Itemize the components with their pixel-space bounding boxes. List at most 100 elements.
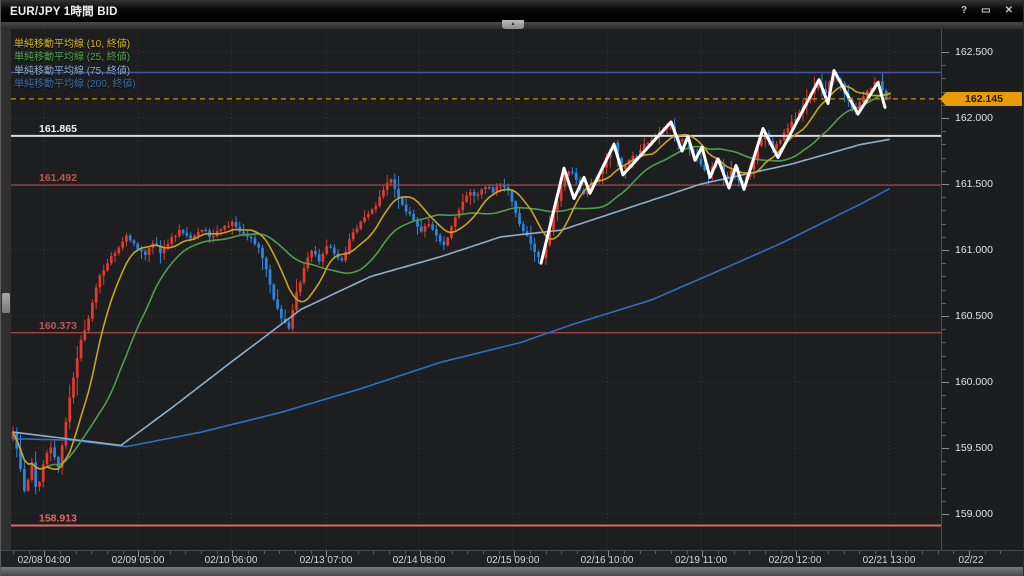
y-axis-tick	[942, 356, 946, 357]
x-axis-tick	[593, 551, 594, 554]
x-axis-label: 02/22	[958, 555, 983, 566]
x-axis-tick	[906, 551, 907, 554]
x-axis-label: 02/20 12:00	[769, 555, 822, 566]
x-axis-tick	[60, 551, 61, 554]
y-axis-tick	[942, 290, 946, 291]
x-axis-tick	[718, 551, 719, 554]
legend-item: 単純移動平均線 (10, 終値)	[14, 38, 136, 51]
x-axis-tick	[232, 551, 233, 557]
help-button[interactable]: ?	[961, 0, 967, 22]
y-axis-tick	[942, 224, 946, 225]
title-bar[interactable]: EUR/JPY 1時間 BID ? ▭ ✕	[1, 0, 1024, 22]
x-axis-tick	[311, 551, 312, 554]
x-axis-tick	[405, 551, 406, 554]
chart-plot[interactable]: 161.865161.492160.373158.913 単純移動平均線 (10…	[11, 29, 941, 550]
x-axis-label: 02/10 06:00	[205, 555, 258, 566]
y-axis-tick	[942, 52, 949, 53]
y-axis-tick	[942, 514, 949, 515]
y-axis-tick	[942, 501, 946, 502]
y-axis-label: 160.000	[955, 376, 993, 388]
y-axis-tick	[942, 329, 946, 330]
y-axis-tick	[942, 474, 946, 475]
price-line-label: 161.492	[39, 172, 77, 184]
y-axis-tick	[942, 237, 946, 238]
x-axis-tick	[44, 551, 45, 557]
time-axis[interactable]: 02/08 04:0002/09 05:0002/10 06:0002/13 0…	[1, 550, 1024, 567]
window-title: EUR/JPY 1時間 BID	[1, 3, 118, 19]
price-axis[interactable]: 162.500162.000161.500161.000160.500160.0…	[941, 29, 1024, 550]
x-axis-tick	[483, 551, 484, 554]
price-line-label: 160.373	[39, 320, 77, 332]
indicator-legend: 単純移動平均線 (10, 終値)単純移動平均線 (25, 終値)単純移動平均線 …	[14, 38, 136, 92]
x-axis-tick	[734, 551, 735, 554]
x-axis-tick	[358, 551, 359, 554]
maximize-button[interactable]: ▭	[981, 0, 990, 22]
x-axis-tick	[248, 551, 249, 554]
x-axis-tick	[687, 551, 688, 554]
y-axis-label: 160.500	[955, 310, 993, 322]
x-axis-label: 02/16 10:00	[581, 555, 634, 566]
x-axis-label: 02/19 11:00	[675, 555, 727, 566]
collapse-panel-button[interactable]: ▴	[502, 20, 524, 29]
y-axis-tick	[942, 210, 946, 211]
x-axis-tick	[326, 551, 327, 557]
y-axis-tick	[942, 131, 946, 132]
close-button[interactable]: ✕	[1005, 0, 1013, 22]
x-axis-tick	[875, 551, 876, 554]
x-axis-tick	[655, 551, 656, 554]
grid-layer	[11, 29, 941, 550]
x-axis-tick	[154, 551, 155, 554]
x-axis-tick	[436, 551, 437, 554]
x-axis-tick	[170, 551, 171, 554]
x-axis-tick	[530, 551, 531, 554]
x-axis-tick	[279, 551, 280, 554]
left-gutter	[1, 29, 11, 550]
x-axis-tick	[201, 551, 202, 554]
y-axis-tick	[942, 118, 949, 119]
chart-window: EUR/JPY 1時間 BID ? ▭ ✕ ▴ 161.865161.49216…	[0, 0, 1024, 576]
x-axis-tick	[295, 551, 296, 554]
x-axis-tick	[624, 551, 625, 554]
y-axis-label: 161.000	[955, 244, 993, 256]
x-axis-tick	[938, 551, 939, 554]
y-axis-label: 159.000	[955, 508, 993, 520]
x-axis-tick	[373, 551, 374, 554]
y-axis-tick	[942, 171, 946, 172]
x-axis-tick	[812, 551, 813, 554]
bottom-resize-bar[interactable]	[1, 567, 1024, 576]
x-axis-tick	[796, 551, 797, 557]
y-axis-tick	[942, 395, 946, 396]
price-line-label: 158.913	[39, 512, 77, 524]
y-axis-tick	[942, 369, 946, 370]
y-axis-tick	[942, 250, 949, 251]
x-axis-tick	[1000, 551, 1001, 554]
y-axis-label: 161.500	[955, 178, 993, 190]
y-axis-tick	[942, 276, 946, 277]
x-axis-tick	[561, 551, 562, 554]
x-axis-tick	[91, 551, 92, 554]
legend-item: 単純移動平均線 (75, 終値)	[14, 65, 136, 78]
x-axis-tick	[671, 551, 672, 554]
y-axis-tick	[942, 488, 946, 489]
x-axis-tick	[844, 551, 845, 554]
window-controls: ? ▭ ✕	[961, 0, 1024, 22]
x-axis-tick	[828, 551, 829, 554]
x-axis-label: 02/14 08:00	[393, 555, 446, 566]
y-axis-tick	[942, 197, 946, 198]
x-axis-tick	[107, 551, 108, 554]
y-axis-tick	[942, 78, 946, 79]
x-axis-tick	[13, 551, 14, 554]
x-axis-tick	[781, 551, 782, 554]
y-axis-tick	[942, 184, 949, 185]
y-axis-tick	[942, 461, 946, 462]
y-axis-tick	[942, 408, 946, 409]
sidebar-expand-handle[interactable]	[2, 293, 10, 313]
x-axis-tick	[342, 551, 343, 554]
x-axis-tick	[420, 551, 421, 557]
y-axis-tick	[942, 316, 949, 317]
x-axis-label: 02/15 09:00	[487, 555, 540, 566]
x-axis-tick	[608, 551, 609, 557]
x-axis-label: 02/21 13:00	[863, 555, 916, 566]
chart-canvas[interactable]: 161.865161.492160.373158.913	[11, 29, 941, 550]
x-axis-tick	[969, 551, 970, 557]
